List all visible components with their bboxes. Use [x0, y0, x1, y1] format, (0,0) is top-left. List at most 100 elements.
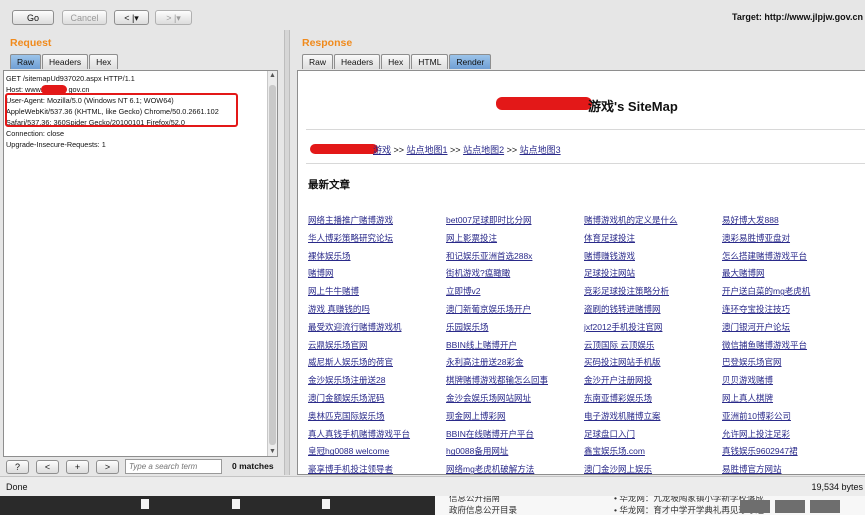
taskbar	[0, 496, 435, 515]
article-link[interactable]: 网上真人棋牌	[722, 392, 773, 404]
response-tab-render[interactable]: Render	[449, 54, 492, 69]
request-editor[interactable]: GET /sitemapUd937020.aspx HTTP/1.1 Host:…	[3, 70, 278, 457]
article-link[interactable]: 买码投注网站手机版	[584, 356, 661, 368]
article-link[interactable]: 网上影票投注	[446, 232, 497, 244]
file-icon	[322, 499, 330, 509]
article-link[interactable]: 现金网上博彩网	[446, 410, 506, 422]
article-link[interactable]: 网络主播推广赌博游戏	[308, 214, 393, 226]
article-link[interactable]: 赌博游戏机的定义是什么	[584, 214, 678, 226]
article-link[interactable]: 皇冠hg0088 welcome	[308, 445, 389, 457]
article-link[interactable]: 最大赌博网	[722, 267, 765, 279]
article-link[interactable]: 易好博大发888	[722, 214, 779, 226]
article-link[interactable]: 金沙娱乐场注册送28	[308, 374, 385, 386]
status-text: Done	[6, 482, 28, 492]
search-prev-button[interactable]: <	[36, 460, 59, 474]
article-link[interactable]: 金沙开户注册网投	[584, 374, 652, 386]
article-link[interactable]: 永利高注册送28彩金	[446, 356, 523, 368]
divider-line	[306, 129, 865, 130]
article-link[interactable]: 盗刷的钱转进赌博网	[584, 303, 661, 315]
scroll-down-icon[interactable]: ▼	[269, 448, 276, 455]
article-link[interactable]: 裸体娱乐场	[308, 250, 351, 262]
article-link[interactable]: 怎么搭建赌博游戏平台	[722, 250, 807, 262]
site-title: 游戏's SiteMap	[588, 99, 678, 114]
article-link[interactable]: BBIN在线赌博开户平台	[446, 428, 534, 440]
article-link[interactable]: 乐园娱乐场	[446, 321, 489, 333]
article-link[interactable]: 澳门金沙网上娱乐	[584, 463, 652, 474]
back-button[interactable]: < |▾	[114, 10, 149, 25]
cancel-button[interactable]: Cancel	[62, 10, 107, 25]
article-link[interactable]: 和记娱乐亚洲首选288x	[446, 250, 532, 262]
article-link[interactable]: 竞彩足球投注策略分析	[584, 285, 669, 297]
article-link[interactable]: jxf2012手机投注官网	[584, 321, 662, 333]
breadcrumb-link[interactable]: 站点地图1	[407, 145, 448, 155]
article-link[interactable]: 体育足球投注	[584, 232, 635, 244]
request-tab-raw[interactable]: Raw	[10, 54, 42, 69]
article-link[interactable]: 足球投注网站	[584, 267, 635, 279]
article-link[interactable]: 游戏 真赚钱的吗	[308, 303, 370, 315]
article-link[interactable]: 电子游戏机赌博立案	[584, 410, 661, 422]
article-link[interactable]: 易胜博官方网站	[722, 463, 782, 474]
article-link[interactable]: 真钱娱乐9602947裙	[722, 445, 798, 457]
response-tab-raw[interactable]: Raw	[302, 54, 334, 69]
article-link[interactable]: 贝贝游戏赌博	[722, 374, 773, 386]
article-link[interactable]: 云顶国际 云顶娱乐	[584, 339, 654, 351]
article-link[interactable]: 网络mg老虎机破解方法	[446, 463, 534, 474]
article-link[interactable]: 连环夺宝投注技巧	[722, 303, 790, 315]
file-icon	[232, 499, 240, 509]
response-tab-headers[interactable]: Headers	[334, 54, 381, 69]
article-link[interactable]: 微信捕鱼赌博游戏平台	[722, 339, 807, 351]
response-tab-html[interactable]: HTML	[411, 54, 449, 69]
article-link[interactable]: 赌博网	[308, 267, 334, 279]
scrollbar-thumb[interactable]	[269, 85, 276, 445]
help-button[interactable]: ?	[6, 460, 29, 474]
thumbnail-image	[810, 500, 840, 513]
article-link[interactable]: 鑫宝娱乐场.com	[584, 445, 645, 457]
forward-button[interactable]: > |▾	[155, 10, 192, 25]
request-scrollbar[interactable]: ▲ ▼	[267, 71, 277, 456]
article-link[interactable]: 威尼斯人娱乐场的荷官	[308, 356, 393, 368]
article-link[interactable]: 赌博赚钱游戏	[584, 250, 635, 262]
request-tab-hex[interactable]: Hex	[89, 54, 119, 69]
request-tab-headers[interactable]: Headers	[42, 54, 89, 69]
article-link[interactable]: 立即博v2	[446, 285, 480, 297]
article-link[interactable]: 奥林匹克国际娱乐场	[308, 410, 385, 422]
article-link[interactable]: 澳门新葡京娱乐场开户	[446, 303, 531, 315]
background-desktop: 信息公开指南 政府信息公开目录 • 华龙网：九龙坡陶家镇小学新学校落成 • 华龙…	[0, 496, 865, 515]
search-next-button[interactable]: >	[96, 460, 119, 474]
article-link[interactable]: 足球盘口入门	[584, 428, 635, 440]
article-link[interactable]: 华人博彩策略研究论坛	[308, 232, 393, 244]
article-link[interactable]: 网上牛牛赌博	[308, 285, 359, 297]
response-tab-hex[interactable]: Hex	[381, 54, 411, 69]
breadcrumb: 游戏 >> 站点地图1 >> 站点地图2 >> 站点地图3	[310, 143, 561, 156]
go-button[interactable]: Go	[12, 10, 54, 25]
target-label[interactable]: Target: http://www.jlpjw.gov.cn	[732, 12, 863, 22]
search-add-button[interactable]: +	[66, 460, 89, 474]
article-link[interactable]: BBIN线上赌博开户	[446, 339, 517, 351]
article-link[interactable]: 开户送白菜的mg老虎机	[722, 285, 810, 297]
article-link[interactable]: 最受欢迎流行赌博游戏机	[308, 321, 402, 333]
article-link[interactable]: 澳彩易胜博亚盘对	[722, 232, 790, 244]
article-link[interactable]: 东南亚博彩娱乐场	[584, 392, 652, 404]
pane-splitter[interactable]	[284, 30, 290, 475]
article-link[interactable]: 巴登娱乐场官网	[722, 356, 782, 368]
thumbnail-image	[775, 500, 805, 513]
breadcrumb-link[interactable]: 站点地图2	[463, 145, 504, 155]
article-link[interactable]: 允许网上投注足彩	[722, 428, 790, 440]
breadcrumb-home-link[interactable]: 游戏	[373, 145, 391, 155]
article-link[interactable]: hg0088备用网址	[446, 445, 508, 457]
article-link[interactable]: 豪享博手机投注领导者	[308, 463, 393, 474]
article-link[interactable]: 街机游戏?瘟瞰瞰	[446, 267, 510, 279]
article-link[interactable]: 澳门金额娱乐场泥码	[308, 392, 385, 404]
article-link[interactable]: bet007足球即时比分网	[446, 214, 532, 226]
article-link[interactable]: 真人真钱手机赌博游戏平台	[308, 428, 410, 440]
article-link[interactable]: 澳门银河开户论坛	[722, 321, 790, 333]
render-view[interactable]: 游戏's SiteMap 游戏 >> 站点地图1 >> 站点地图2 >> 站点地…	[297, 70, 865, 475]
article-link[interactable]: 棋牌赌博游戏都输怎么回事	[446, 374, 548, 386]
breadcrumb-link[interactable]: 站点地图3	[520, 145, 561, 155]
highlight-box	[5, 93, 238, 127]
article-link[interactable]: 云鼎娱乐场官网	[308, 339, 368, 351]
article-link[interactable]: 金沙会娱乐场网站网址	[446, 392, 531, 404]
article-link[interactable]: 亚洲前10博彩公司	[722, 410, 791, 422]
search-input[interactable]	[125, 459, 222, 474]
scroll-up-icon[interactable]: ▲	[269, 72, 276, 79]
